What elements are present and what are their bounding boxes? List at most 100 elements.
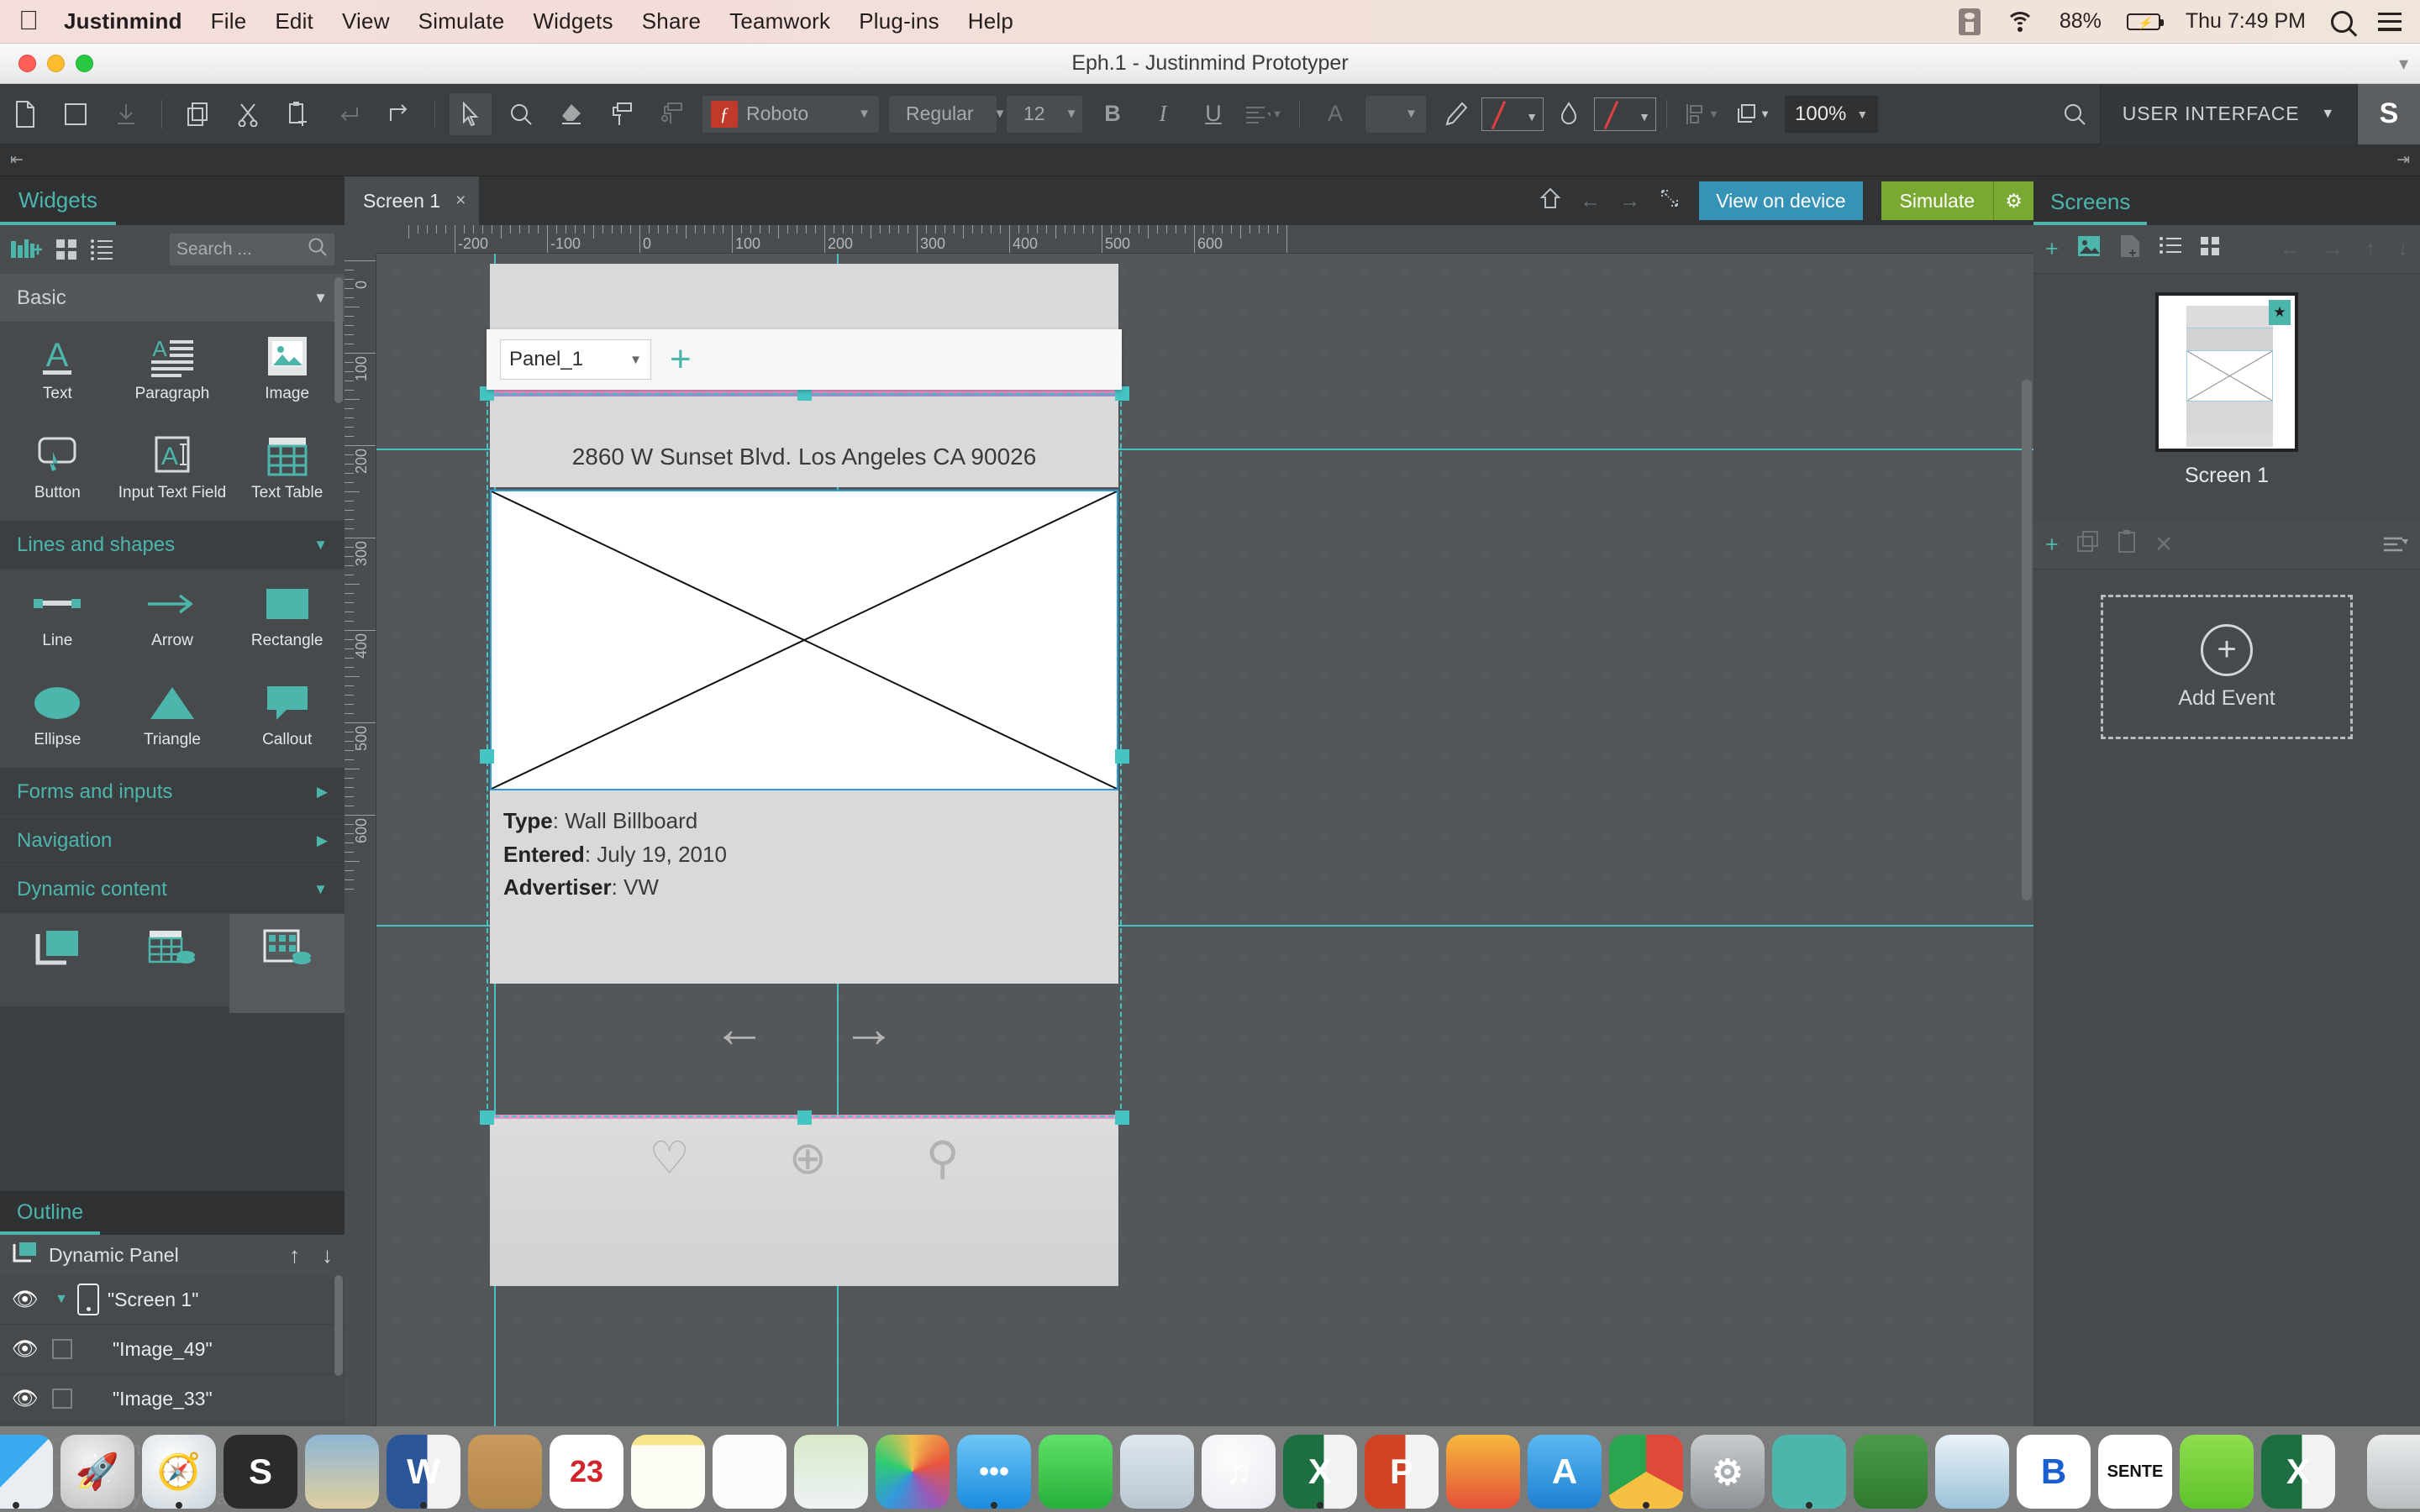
- dock-item-presentation-app[interactable]: [1854, 1435, 1928, 1509]
- font-family-select[interactable]: ƒ Roboto ▼: [702, 96, 879, 133]
- dock-item-scrivener[interactable]: S: [224, 1435, 297, 1509]
- widgets-scrollbar[interactable]: [334, 277, 343, 403]
- dynamic-panel-popup[interactable]: Panel_1 ▼ +: [487, 329, 1122, 390]
- screen-thumbnail-item[interactable]: ★ Screen 1: [2155, 292, 2298, 488]
- italic-button[interactable]: I: [1142, 93, 1184, 135]
- move-down-icon[interactable]: ↓: [322, 1242, 333, 1268]
- grid-view-icon[interactable]: [55, 239, 77, 260]
- back-arrow-icon[interactable]: ←: [1580, 189, 1601, 213]
- copy-icon[interactable]: [176, 93, 218, 135]
- dock-item-photos[interactable]: [876, 1435, 950, 1509]
- outline-scrollbar[interactable]: [334, 1275, 343, 1376]
- zoom-level-select[interactable]: 100% ▼: [1785, 96, 1878, 133]
- dock-item-devonthink[interactable]: [1935, 1435, 2009, 1509]
- dock-item-itunes[interactable]: ♫: [1202, 1435, 1276, 1509]
- align-objects-icon[interactable]: ▼: [1681, 93, 1723, 135]
- underline-button[interactable]: U: [1192, 93, 1234, 135]
- dock-item-messages[interactable]: •••: [957, 1435, 1031, 1509]
- menu-help[interactable]: Help: [968, 8, 1013, 34]
- save-download-icon[interactable]: [105, 93, 147, 135]
- font-style-select[interactable]: Regular ▼: [889, 96, 997, 133]
- selection-handle-ml[interactable]: [480, 749, 494, 764]
- font-color-select[interactable]: ▼: [1365, 96, 1426, 133]
- expand-icon[interactable]: [1659, 187, 1681, 215]
- add-event-dropzone[interactable]: + Add Event: [2101, 595, 2353, 739]
- widget-button[interactable]: Button: [0, 422, 115, 521]
- canvas-vertical-scrollbar[interactable]: [2022, 380, 2032, 900]
- dock-item-contacts[interactable]: [468, 1435, 542, 1509]
- bold-button[interactable]: B: [1092, 93, 1134, 135]
- widget-section-navigation[interactable]: Navigation ▶: [0, 816, 345, 865]
- dock-item-powerpoint[interactable]: P: [1365, 1435, 1439, 1509]
- fill-drop-icon[interactable]: [1548, 93, 1590, 135]
- tab-screens[interactable]: Screens: [2033, 189, 2147, 225]
- dock-item-appstore[interactable]: A: [1528, 1435, 1602, 1509]
- move-right-icon[interactable]: →: [2323, 237, 2344, 261]
- dock-item-sente[interactable]: SENTE: [2098, 1435, 2172, 1509]
- dock-item-excel[interactable]: X: [1283, 1435, 1357, 1509]
- text-align-icon[interactable]: ▼: [1243, 93, 1285, 135]
- outline-row-image33[interactable]: 👁 "Image_33": [0, 1374, 345, 1424]
- cut-scissors-icon[interactable]: [227, 93, 269, 135]
- menu-share[interactable]: Share: [642, 8, 701, 34]
- widget-section-dynamic-content[interactable]: Dynamic content ▼: [0, 865, 345, 914]
- stroke-color-swatch[interactable]: ▼: [1481, 97, 1544, 131]
- widget-text[interactable]: A Text: [0, 323, 115, 422]
- user-avatar[interactable]: S: [2358, 84, 2420, 144]
- dock-item-photos-old[interactable]: [305, 1435, 379, 1509]
- format-painter-icon[interactable]: [601, 93, 643, 135]
- dock-item-safari[interactable]: 🧭: [142, 1435, 216, 1509]
- menu-justinmind[interactable]: Justinmind: [64, 8, 182, 34]
- widget-section-lines-and-shapes[interactable]: Lines and shapes ▼: [0, 521, 345, 570]
- open-folder-icon[interactable]: [55, 93, 97, 135]
- selection-handle-br[interactable]: [1115, 1110, 1129, 1125]
- simulate-settings-gear-icon[interactable]: ⚙: [1993, 181, 2033, 220]
- outline-row-image49[interactable]: 👁 "Image_49": [0, 1325, 345, 1374]
- close-icon[interactable]: ×: [455, 191, 466, 211]
- widget-data-list[interactable]: [229, 914, 345, 1013]
- menu-teamwork[interactable]: Teamwork: [729, 8, 830, 34]
- horizontal-ruler[interactable]: -200-1000100200300400500600: [376, 225, 2033, 254]
- menu-simulate[interactable]: Simulate: [418, 8, 505, 34]
- visibility-eye-icon[interactable]: 👁: [12, 1337, 45, 1362]
- dock-item-trash[interactable]: [2367, 1435, 2420, 1509]
- fill-color-swatch[interactable]: ▼: [1594, 97, 1656, 131]
- widget-ellipse[interactable]: Ellipse: [0, 669, 115, 768]
- redo-icon[interactable]: [378, 93, 420, 135]
- widget-image[interactable]: Image: [229, 323, 345, 422]
- heart-icon[interactable]: ♡: [649, 1136, 689, 1181]
- widget-input-text-field[interactable]: A Input Text Field: [115, 422, 230, 521]
- eraser-icon[interactable]: [550, 93, 592, 135]
- pencil-stroke-icon[interactable]: [1435, 93, 1477, 135]
- widget-search-input[interactable]: Search ...: [170, 234, 334, 265]
- view-on-device-button[interactable]: View on device: [1699, 181, 1862, 220]
- chevron-down-icon[interactable]: ▼: [45, 1292, 77, 1307]
- dock-item-ibooks[interactable]: [1446, 1435, 1520, 1509]
- menu-plugins[interactable]: Plug-ins: [859, 8, 939, 34]
- visibility-eye-icon[interactable]: 👁: [12, 1387, 45, 1411]
- dock-item-word[interactable]: W: [387, 1435, 460, 1509]
- add-screen-from-image-icon[interactable]: [2077, 235, 2101, 263]
- select-cursor-icon[interactable]: [450, 93, 492, 135]
- dock-item-android-app[interactable]: [2180, 1435, 2254, 1509]
- delete-event-icon[interactable]: ✕: [2154, 532, 2174, 558]
- dock-item-calendar[interactable]: 23: [550, 1435, 623, 1509]
- widget-rectangle[interactable]: Rectangle: [229, 570, 345, 669]
- dock-item-bookends[interactable]: B: [2017, 1435, 2091, 1509]
- add-template-icon[interactable]: [2119, 234, 2141, 264]
- undo-icon[interactable]: [328, 93, 370, 135]
- paste-icon[interactable]: [277, 93, 319, 135]
- plus-circle-icon[interactable]: ⊕: [789, 1136, 827, 1181]
- paste-event-icon[interactable]: [2118, 530, 2136, 559]
- widget-triangle[interactable]: Triangle: [115, 669, 230, 768]
- dock-item-finder[interactable]: [0, 1435, 53, 1509]
- dock-item-facetime[interactable]: [1039, 1435, 1113, 1509]
- font-size-select[interactable]: 12 ▼: [1007, 96, 1082, 133]
- home-icon[interactable]: [1539, 187, 1561, 215]
- add-widget-library-icon[interactable]: [10, 238, 42, 261]
- menu-view[interactable]: View: [342, 8, 390, 34]
- battery-icon[interactable]: ⚡: [2127, 13, 2160, 30]
- dock-item-system-preferences[interactable]: ⚙: [1691, 1435, 1765, 1509]
- new-file-icon[interactable]: [4, 93, 46, 135]
- tab-widgets[interactable]: Widgets: [0, 187, 116, 225]
